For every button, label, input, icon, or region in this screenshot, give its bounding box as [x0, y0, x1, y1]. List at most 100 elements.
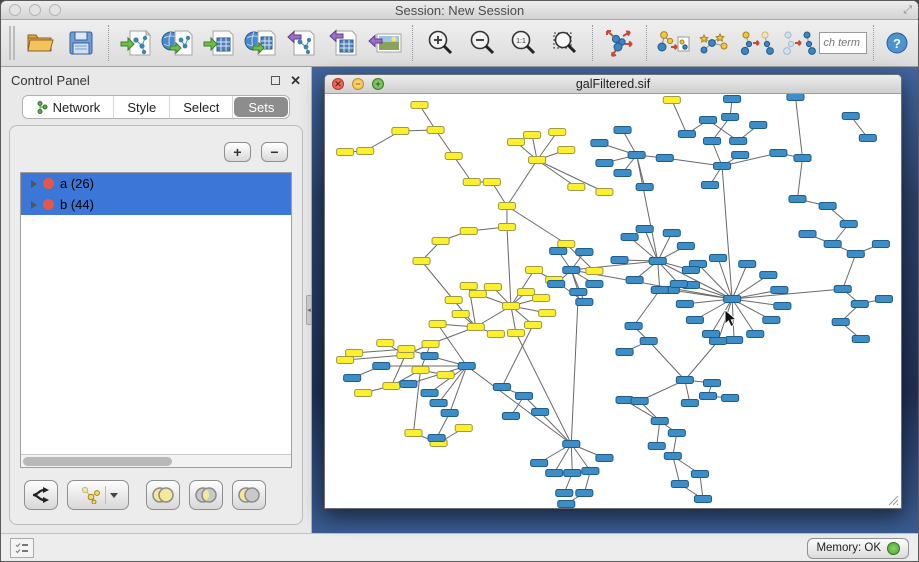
- tab-sets[interactable]: Sets: [234, 97, 288, 117]
- graph-node: [724, 296, 741, 303]
- save-session-button[interactable]: [61, 22, 103, 64]
- graph-node: [724, 96, 741, 103]
- memory-status-label: Memory: OK: [816, 542, 881, 554]
- graph-node: [747, 331, 764, 338]
- export-table-button[interactable]: [323, 22, 365, 64]
- export-image-button[interactable]: [365, 22, 407, 64]
- graph-node: [703, 380, 720, 387]
- graph-node: [429, 321, 446, 328]
- graph-node: [458, 363, 475, 370]
- graph-node: [671, 481, 688, 488]
- graph-node: [676, 301, 693, 308]
- tab-style[interactable]: Style: [114, 96, 170, 118]
- new-network-from-selection-button[interactable]: [653, 22, 695, 64]
- first-neighbors-button[interactable]: [695, 22, 737, 64]
- svg-text:?: ?: [893, 36, 901, 51]
- intersection-button[interactable]: [189, 480, 223, 510]
- add-set-button[interactable]: +: [224, 142, 251, 162]
- cytoscape-window: Session: New Session ⤢: [0, 0, 919, 562]
- help-button[interactable]: ?: [880, 22, 914, 64]
- tab-network[interactable]: Network: [23, 96, 115, 118]
- network-canvas[interactable]: [325, 94, 901, 508]
- close-panel-icon[interactable]: ✕: [290, 76, 301, 85]
- svg-text:1:1: 1:1: [516, 38, 526, 45]
- show-all-button[interactable]: [778, 22, 820, 64]
- zoom-out-button[interactable]: [461, 22, 503, 64]
- graph-node: [422, 341, 439, 348]
- export-table-icon: [328, 28, 360, 58]
- import-table-file-button[interactable]: [198, 22, 240, 64]
- zoom-in-icon: [426, 29, 454, 57]
- search-input[interactable]: [819, 32, 867, 54]
- graph-node: [427, 127, 444, 134]
- graph-node: [636, 226, 653, 233]
- zoom-in-button[interactable]: [419, 22, 461, 64]
- graph-nodes: [337, 94, 893, 508]
- graph-node: [714, 163, 731, 170]
- toolbar-separator: [873, 25, 874, 61]
- dropdown-caret-icon[interactable]: [110, 493, 118, 498]
- graph-node: [789, 196, 806, 203]
- graph-node: [859, 135, 876, 142]
- graph-node: [526, 267, 543, 274]
- create-set-from-network-icon: [79, 486, 101, 504]
- graph-node: [651, 287, 668, 294]
- graph-node: [591, 140, 608, 147]
- graph-node: [493, 384, 510, 391]
- import-table-url-button[interactable]: [240, 22, 282, 64]
- tab-select[interactable]: Select: [170, 96, 233, 118]
- graph-node: [621, 234, 638, 241]
- toolbar-separator: [412, 25, 413, 61]
- graph-node: [702, 331, 719, 338]
- zoom-actual-size-button[interactable]: 1:1: [502, 22, 544, 64]
- network-view-window[interactable]: ✕ − + galFiltered.sif: [324, 74, 902, 509]
- toolbar-separator: [592, 25, 593, 61]
- graph-node: [487, 331, 504, 338]
- set-label: a (26): [60, 176, 94, 191]
- graph-node: [852, 336, 869, 343]
- graph-node: [398, 346, 415, 353]
- tab-network-label: Network: [53, 100, 101, 115]
- graph-node: [455, 425, 472, 432]
- union-button[interactable]: [146, 480, 180, 510]
- graph-node: [824, 241, 841, 248]
- network-window-titlebar[interactable]: ✕ − + galFiltered.sif: [325, 75, 901, 94]
- split-set-button[interactable]: [24, 480, 58, 510]
- remove-set-button[interactable]: −: [261, 142, 288, 162]
- network-graph: [325, 94, 901, 508]
- zoom-selected-button[interactable]: [544, 22, 586, 64]
- graph-node: [357, 148, 374, 155]
- float-panel-icon[interactable]: [271, 76, 280, 85]
- import-network-url-button[interactable]: [157, 22, 199, 64]
- graph-node: [498, 203, 515, 210]
- graph-node: [576, 249, 593, 256]
- memory-status-button[interactable]: Memory: OK: [807, 538, 909, 559]
- graph-node: [548, 281, 565, 288]
- fullscreen-icon[interactable]: ⤢: [903, 4, 912, 17]
- graph-node: [576, 299, 593, 306]
- set-row-b[interactable]: b (44): [21, 194, 291, 215]
- set-row-a[interactable]: a (26): [21, 173, 291, 194]
- graph-node: [344, 375, 361, 382]
- graph-node: [549, 129, 566, 136]
- hide-selected-button[interactable]: [736, 22, 778, 64]
- import-network-file-button[interactable]: [115, 22, 157, 64]
- export-network-button[interactable]: [281, 22, 323, 64]
- memory-status-dot: [887, 542, 900, 555]
- graph-node: [563, 441, 580, 448]
- sets-horizontal-scrollbar[interactable]: [21, 454, 291, 467]
- task-history-button[interactable]: [10, 538, 34, 558]
- scrollbar-thumb[interactable]: [23, 457, 172, 466]
- graph-node: [596, 189, 613, 196]
- graph-node: [469, 291, 486, 298]
- graph-node: [568, 184, 585, 191]
- create-set-button[interactable]: [67, 480, 129, 510]
- graph-node: [682, 267, 699, 274]
- disclosure-triangle-icon[interactable]: [31, 201, 37, 209]
- disclosure-triangle-icon[interactable]: [31, 180, 37, 188]
- apply-layout-button[interactable]: [599, 22, 641, 64]
- open-session-button[interactable]: [19, 22, 61, 64]
- graph-node: [611, 257, 628, 264]
- difference-button[interactable]: [232, 480, 266, 510]
- graph-node: [421, 390, 438, 397]
